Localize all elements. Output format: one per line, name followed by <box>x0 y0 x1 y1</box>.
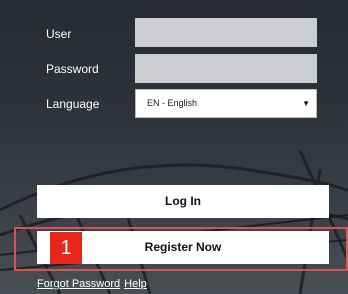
language-select[interactable]: EN - English ▼ <box>135 89 317 118</box>
forgot-password-link[interactable]: Forgot Password <box>37 278 120 290</box>
annotation-badge: 1 <box>50 232 82 264</box>
password-label: Password <box>46 62 99 76</box>
user-input[interactable] <box>135 18 317 47</box>
user-label: User <box>46 27 72 41</box>
language-selected-value: EN - English <box>147 98 198 108</box>
password-input[interactable] <box>135 54 317 83</box>
help-link[interactable]: Help <box>124 278 147 290</box>
login-button[interactable]: Log In <box>37 185 329 218</box>
language-label: Language <box>46 97 100 111</box>
dropdown-arrow-icon: ▼ <box>302 99 310 108</box>
footer-links: Forgot Password Help <box>37 278 151 290</box>
